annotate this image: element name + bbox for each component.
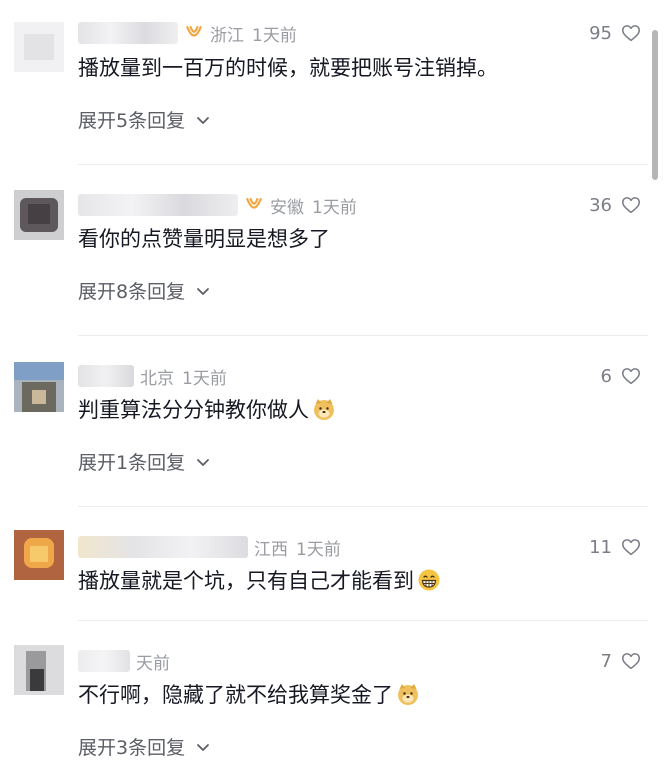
location-label: 北京 [140,368,174,389]
location-label: 江西 [254,539,288,560]
avatar[interactable] [14,645,64,695]
comment-meta: 天前 [78,648,170,674]
comment-meta: 北京 1天前 [78,363,227,389]
like-button[interactable]: 7 [601,648,642,674]
comment-text: 播放量就是个坑，只有自己才能看到 [78,569,414,593]
comment-text: 播放量到一百万的时候，就要把账号注销掉。 [78,56,498,80]
comment-text: 看你的点赞量明显是想多了 [78,227,330,251]
username-blurred[interactable] [78,22,178,44]
comment-meta: 浙江 1天前 [78,20,297,46]
comment-text: 不行啊，隐藏了就不给我算奖金了 [78,683,393,707]
like-count: 95 [589,22,612,44]
heart-outline-icon [621,197,641,214]
username-blurred[interactable] [78,536,248,558]
location-label: 安徽 [270,197,304,218]
username-blurred[interactable] [78,365,134,387]
expand-replies-label: 展开3条回复 [78,737,186,759]
avatar[interactable] [14,22,64,72]
expand-replies-label: 展开8条回复 [78,281,186,303]
scrollbar[interactable] [652,30,658,180]
divider [78,620,648,621]
fan-badge-icon [186,26,202,37]
heart-outline-icon [621,539,641,556]
like-button[interactable]: 11 [589,534,642,560]
comment-text-row: 播放量就是个坑，只有自己才能看到 [78,565,441,595]
timestamp: 1天前 [312,197,357,218]
location-label: 浙江 [210,25,244,46]
grin-emoji [418,569,440,591]
expand-replies-button[interactable]: 展开5条回复 [78,106,211,133]
like-button[interactable]: 6 [601,363,642,389]
comment-meta: 安徽 1天前 [78,192,357,218]
like-count: 6 [600,365,612,387]
expand-replies-button[interactable]: 展开8条回复 [78,277,211,304]
comment-meta: 江西 1天前 [78,534,341,560]
divider [78,335,648,336]
chevron-down-icon [197,287,209,295]
comment-text-row: 不行啊，隐藏了就不给我算奖金了 [78,679,420,709]
divider [78,506,648,507]
chevron-down-icon [197,743,209,751]
fan-badge-icon [246,198,262,209]
like-count: 11 [589,536,612,558]
chevron-down-icon [197,116,209,124]
expand-replies-label: 展开1条回复 [78,452,186,474]
expand-replies-button[interactable]: 展开3条回复 [78,733,211,760]
chevron-down-icon [197,458,209,466]
timestamp: 1天前 [252,25,297,46]
username-blurred[interactable] [78,194,238,216]
doge-emoji [398,684,418,705]
comment-text-row: 判重算法分分钟教你做人 [78,394,336,424]
avatar[interactable] [14,190,64,240]
timestamp: 天前 [136,653,170,674]
divider [78,164,648,165]
like-count: 7 [600,650,612,672]
timestamp: 1天前 [182,368,227,389]
avatar[interactable] [14,530,64,580]
expand-replies-button[interactable]: 展开1条回复 [78,448,211,475]
expand-replies-label: 展开5条回复 [78,110,186,132]
heart-outline-icon [621,368,641,385]
like-button[interactable]: 95 [589,20,642,46]
like-button[interactable]: 36 [589,192,642,218]
like-count: 36 [589,194,612,216]
doge-emoji [314,399,334,420]
avatar[interactable] [14,362,64,412]
username-blurred[interactable] [78,650,130,672]
comment-text: 判重算法分分钟教你做人 [78,398,309,422]
timestamp: 1天前 [296,539,341,560]
heart-outline-icon [621,25,641,42]
heart-outline-icon [621,653,641,670]
